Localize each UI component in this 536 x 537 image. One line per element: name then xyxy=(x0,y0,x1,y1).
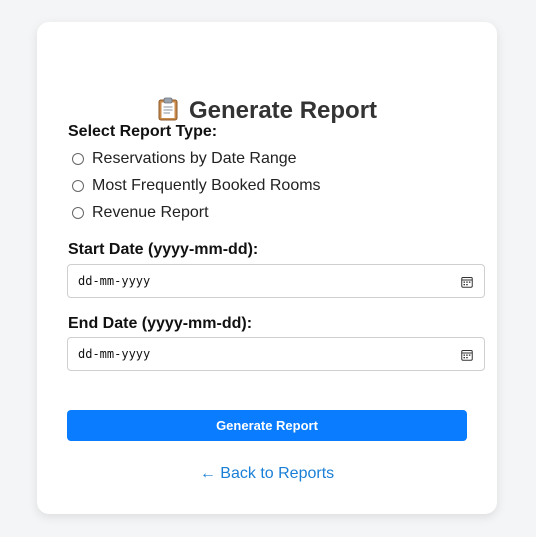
end-date-label: End Date (yyyy-mm-dd): xyxy=(68,315,253,332)
calendar-icon[interactable] xyxy=(461,348,473,361)
radio-label: Reservations by Date Range xyxy=(92,150,297,167)
start-date-input[interactable]: dd-mm-yyyy xyxy=(67,264,485,298)
report-card: Generate Report Select Report Type: Rese… xyxy=(37,22,497,514)
calendar-icon[interactable] xyxy=(461,275,473,288)
start-date-placeholder: dd-mm-yyyy xyxy=(78,274,151,288)
radio-most-frequently-booked-rooms[interactable]: Most Frequently Booked Rooms xyxy=(72,176,321,196)
radio-label: Most Frequently Booked Rooms xyxy=(92,177,321,194)
generate-report-button[interactable]: Generate Report xyxy=(67,410,467,441)
page-title-text: Generate Report xyxy=(188,97,378,124)
radio-button[interactable] xyxy=(72,207,84,219)
radio-reservations-by-date-range[interactable]: Reservations by Date Range xyxy=(72,149,297,169)
end-date-placeholder: dd-mm-yyyy xyxy=(78,347,151,361)
radio-button[interactable] xyxy=(72,180,84,192)
radio-label: Revenue Report xyxy=(92,204,209,221)
end-date-input[interactable]: dd-mm-yyyy xyxy=(67,337,485,371)
report-type-label: Select Report Type: xyxy=(68,123,218,140)
start-date-label: Start Date (yyyy-mm-dd): xyxy=(68,241,259,258)
back-to-reports-link[interactable]: ← Back to Reports xyxy=(37,464,497,484)
radio-revenue-report[interactable]: Revenue Report xyxy=(72,203,209,223)
radio-button[interactable] xyxy=(72,153,84,165)
